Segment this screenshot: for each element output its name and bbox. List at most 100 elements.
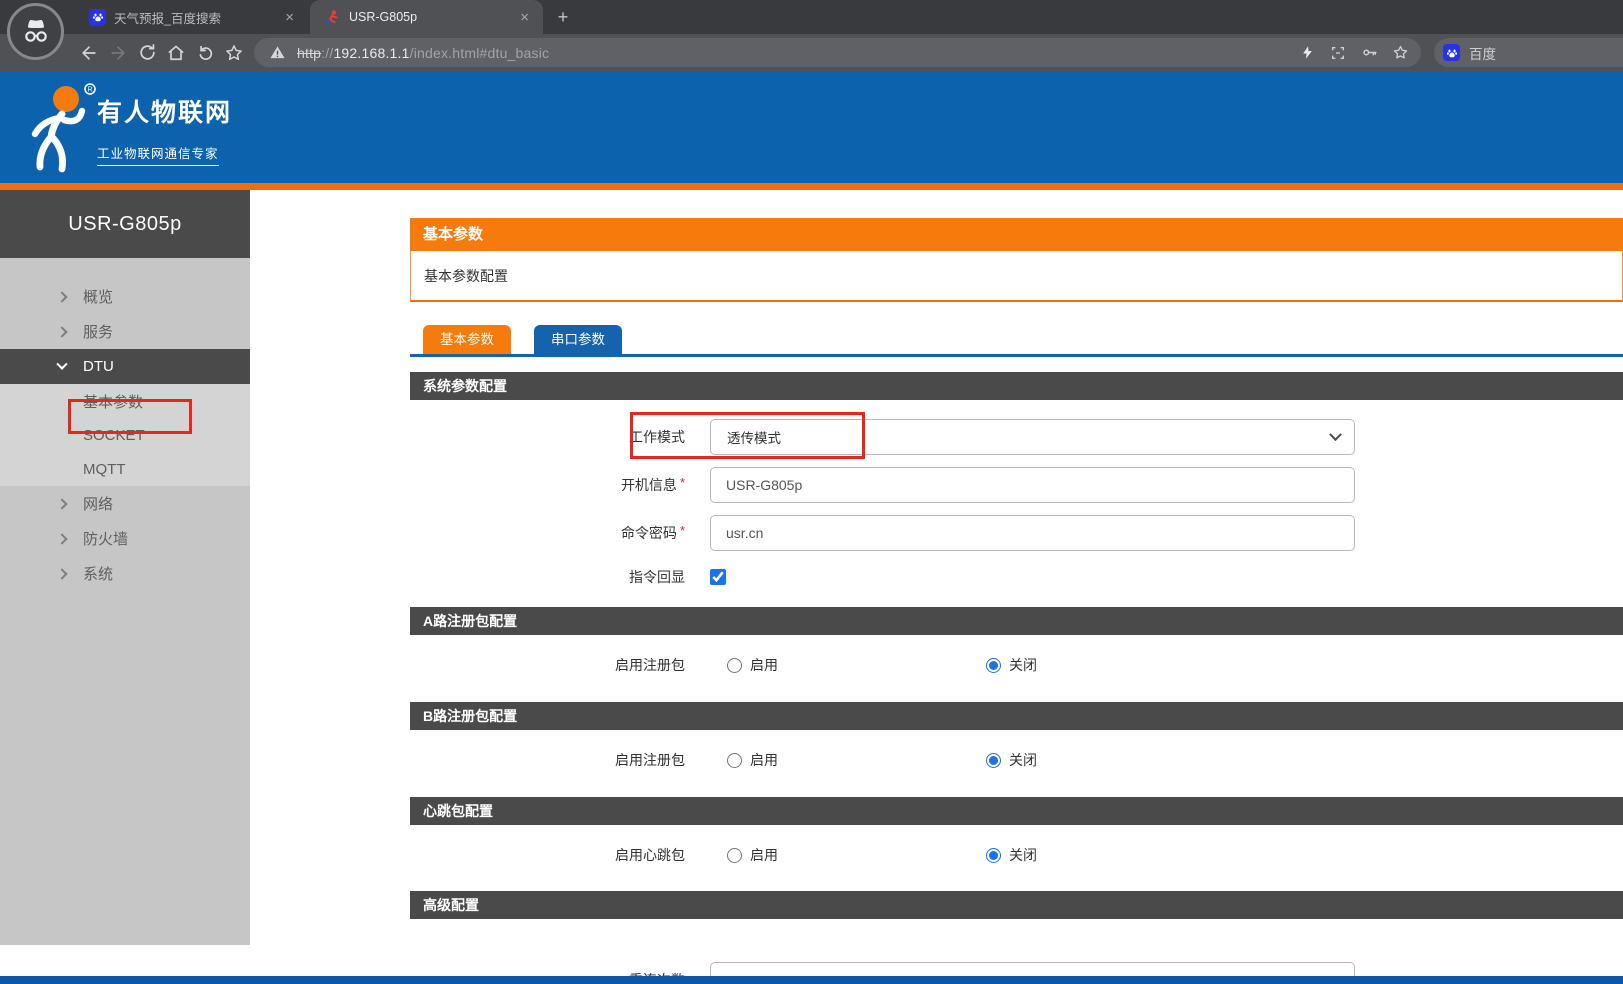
main-content: 基本参数 基本参数配置 基本参数 串口参数 系统参数配置 工作模式 透传模式 开… [250, 190, 1623, 984]
section-advanced: 高级配置 [410, 891, 1623, 919]
radio-off-label: 关闭 [1009, 750, 1037, 770]
reg-b-enable-radio[interactable] [727, 753, 742, 768]
sidebar-item-label: 服务 [83, 321, 113, 342]
home-button[interactable] [163, 40, 189, 66]
baidu-search-chip[interactable]: 百度 [1434, 38, 1623, 67]
url-host: 192.168.1.1 [333, 45, 409, 61]
echo-checkbox[interactable] [710, 569, 726, 585]
usr-favicon-icon [324, 9, 341, 26]
baidu-chip-icon [1443, 44, 1460, 61]
tab-basic-params[interactable]: 基本参数 [423, 325, 511, 354]
lightning-icon[interactable] [1296, 42, 1318, 64]
sidebar: USR-G805p 概览 服务 DTU 基本参数 SOCKET MQTT [0, 190, 250, 945]
chevron-right-icon [56, 498, 67, 509]
sidebar-item-dtu[interactable]: DTU [0, 349, 250, 384]
tab-close-icon[interactable]: × [281, 8, 298, 27]
chevron-right-icon [56, 326, 67, 337]
heartbeat-enable-radio[interactable] [727, 848, 742, 863]
url-text[interactable]: http://192.168.1.1/index.html#dtu_basic [297, 45, 1287, 61]
heartbeat-off-option: 关闭 [986, 845, 1037, 865]
echo-label: 指令回显 [410, 567, 710, 587]
radio-on-label: 启用 [750, 655, 778, 675]
sidebar-item-label: 系统 [83, 563, 113, 584]
sidebar-item-network[interactable]: 网络 [0, 486, 250, 521]
forward-button[interactable] [105, 40, 131, 66]
echo-row: 指令回显 [410, 565, 1623, 589]
section-reg-b: B路注册包配置 [410, 702, 1623, 730]
page-title-panel: 基本参数 基本参数配置 [410, 218, 1623, 302]
browser-tab-strip: 天气预报_百度搜索 × USR-G805p × + [0, 0, 1623, 34]
cmd-password-input[interactable] [710, 515, 1355, 551]
password-key-icon[interactable] [1358, 42, 1380, 64]
boot-info-row: 开机信息* [410, 467, 1623, 503]
reload-button[interactable] [134, 40, 160, 66]
not-secure-warning-icon[interactable] [266, 42, 288, 64]
bookmark-star-button[interactable] [221, 40, 247, 66]
sidebar-item-label: 防火墙 [83, 528, 128, 549]
undo-arrow-icon[interactable] [192, 40, 218, 66]
sidebar-item-services[interactable]: 服务 [0, 314, 250, 349]
sidebar-item-overview[interactable]: 概览 [0, 279, 250, 314]
usr-running-man-logo: R [22, 83, 100, 175]
section-system-params: 系统参数配置 [410, 372, 1623, 400]
sidebar-subitem-label: MQTT [83, 461, 126, 478]
page-title: 基本参数 [410, 218, 1623, 251]
required-asterisk: * [680, 475, 685, 490]
work-mode-label: 工作模式 [410, 427, 710, 447]
reg-a-off-option: 关闭 [986, 655, 1037, 675]
device-title: USR-G805p [0, 190, 250, 258]
sidebar-item-label: 概览 [83, 286, 113, 307]
svg-text:R: R [87, 87, 92, 94]
sidebar-item-system[interactable]: 系统 [0, 556, 250, 591]
url-scheme: http [297, 45, 321, 61]
reg-b-enable-row: 启用注册包 启用 关闭 [410, 748, 1623, 772]
page-subtitle: 基本参数配置 [410, 251, 1623, 302]
dtu-submenu: 基本参数 SOCKET MQTT [0, 384, 250, 486]
screenshot-frame-icon[interactable] [1327, 42, 1349, 64]
radio-off-label: 关闭 [1009, 655, 1037, 675]
reg-b-disable-radio[interactable] [986, 753, 1001, 768]
url-path: /index.html#dtu_basic [410, 45, 550, 61]
tab-serial-params[interactable]: 串口参数 [534, 325, 622, 354]
reg-a-enable-radio[interactable] [727, 658, 742, 673]
required-asterisk: * [680, 523, 685, 538]
radio-on-label: 启用 [750, 845, 778, 865]
reg-b-enable-label: 启用注册包 [410, 750, 710, 770]
sidebar-item-label: DTU [83, 358, 114, 375]
cmd-password-label: 命令密码* [410, 523, 710, 543]
heartbeat-enable-label: 启用心跳包 [410, 845, 710, 865]
sidebar-subitem-basic-params[interactable]: 基本参数 [0, 384, 250, 418]
sidebar-item-firewall[interactable]: 防火墙 [0, 521, 250, 556]
heartbeat-disable-radio[interactable] [986, 848, 1001, 863]
radio-on-label: 启用 [750, 750, 778, 770]
brand-name: 有人物联网 [97, 93, 232, 129]
tab-title: USR-G805p [349, 10, 508, 24]
chevron-right-icon [56, 533, 67, 544]
section-reg-a: A路注册包配置 [410, 607, 1623, 635]
sidebar-subitem-socket[interactable]: SOCKET [0, 418, 250, 452]
baidu-chip-label: 百度 [1469, 43, 1496, 63]
select-chevron-down-icon [1329, 428, 1342, 441]
tab-weather-baidu[interactable]: 天气预报_百度搜索 × [75, 0, 308, 34]
sidebar-subitem-label: 基本参数 [83, 391, 143, 412]
browser-toolbar: http://192.168.1.1/index.html#dtu_basic … [0, 34, 1623, 71]
reg-b-radio-group: 启用 关闭 [710, 750, 1355, 770]
incognito-avatar[interactable] [7, 3, 64, 60]
heartbeat-radio-group: 启用 关闭 [710, 845, 1355, 865]
site-header: R 有人物联网 工业物联网通信专家 [0, 71, 1623, 183]
back-button[interactable] [76, 40, 102, 66]
boot-info-input[interactable] [710, 467, 1355, 503]
reg-a-radio-group: 启用 关闭 [710, 655, 1355, 675]
tab-usr-g805p[interactable]: USR-G805p × [310, 0, 543, 34]
work-mode-select[interactable]: 透传模式 [710, 419, 1355, 455]
bookmark-star-icon[interactable] [1389, 42, 1411, 64]
sidebar-subitem-mqtt[interactable]: MQTT [0, 452, 250, 486]
new-tab-button[interactable]: + [552, 7, 574, 27]
reg-a-enable-row: 启用注册包 启用 关闭 [410, 653, 1623, 677]
cmd-password-row: 命令密码* [410, 515, 1623, 551]
reg-a-disable-radio[interactable] [986, 658, 1001, 673]
address-bar[interactable]: http://192.168.1.1/index.html#dtu_basic [254, 38, 1421, 67]
sidebar-menu: 概览 服务 DTU 基本参数 SOCKET MQTT 网络 防火 [0, 258, 250, 591]
tab-close-icon[interactable]: × [516, 8, 533, 27]
heartbeat-enable-row: 启用心跳包 启用 关闭 [410, 843, 1623, 867]
